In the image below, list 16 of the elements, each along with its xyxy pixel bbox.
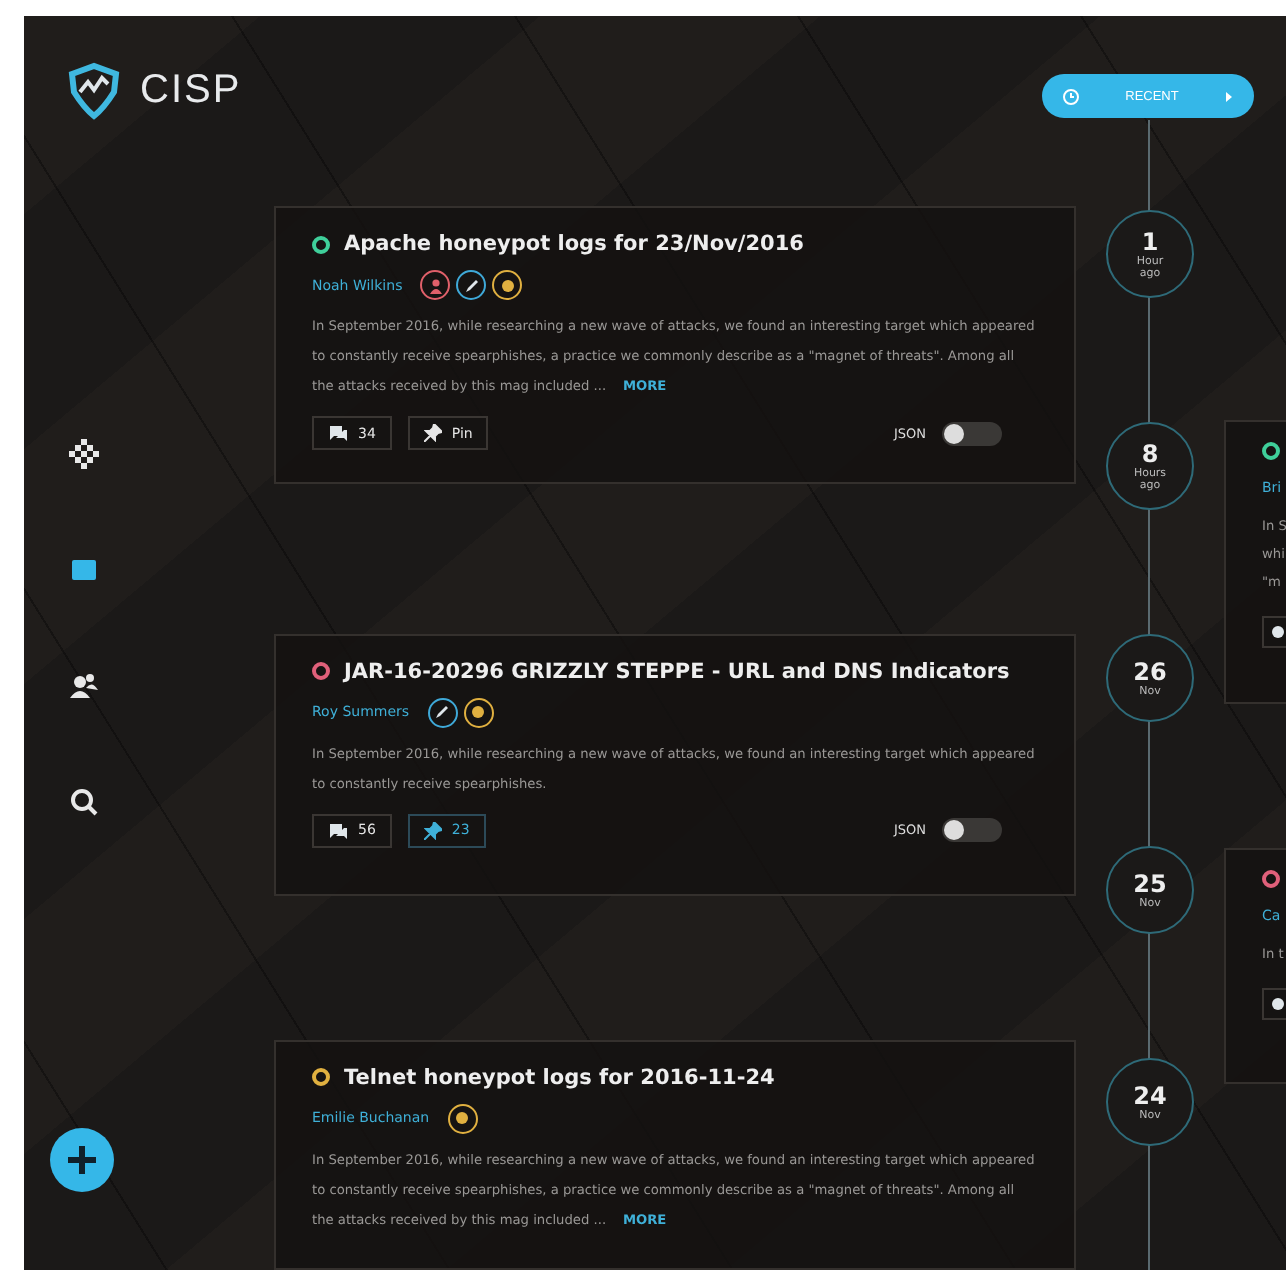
pin-icon [423, 821, 442, 840]
comments-button[interactable] [1262, 988, 1286, 1020]
json-toggle[interactable] [942, 818, 1002, 843]
shield-logo-icon [64, 60, 124, 120]
json-toggle[interactable] [942, 421, 1002, 445]
post-title[interactable]: Apache honeypot logs for 23/Nov/2016 [344, 232, 804, 256]
post-title[interactable]: Telnet honeypot logs for 2016-11-24 [344, 1065, 775, 1090]
pin-icon [423, 424, 442, 442]
post-title[interactable]: JAR-16-20296 GRIZZLY STEPPE - URL and DNS Indicators [344, 659, 1010, 684]
comments-button[interactable] [1262, 616, 1286, 648]
caret-icon [1223, 91, 1234, 101]
clock-icon [1062, 87, 1080, 105]
logo-text: CISP [140, 67, 242, 113]
add-button[interactable] [50, 1128, 114, 1192]
dashboard-nav-icon[interactable] [64, 434, 104, 474]
plus-icon [64, 1142, 100, 1178]
